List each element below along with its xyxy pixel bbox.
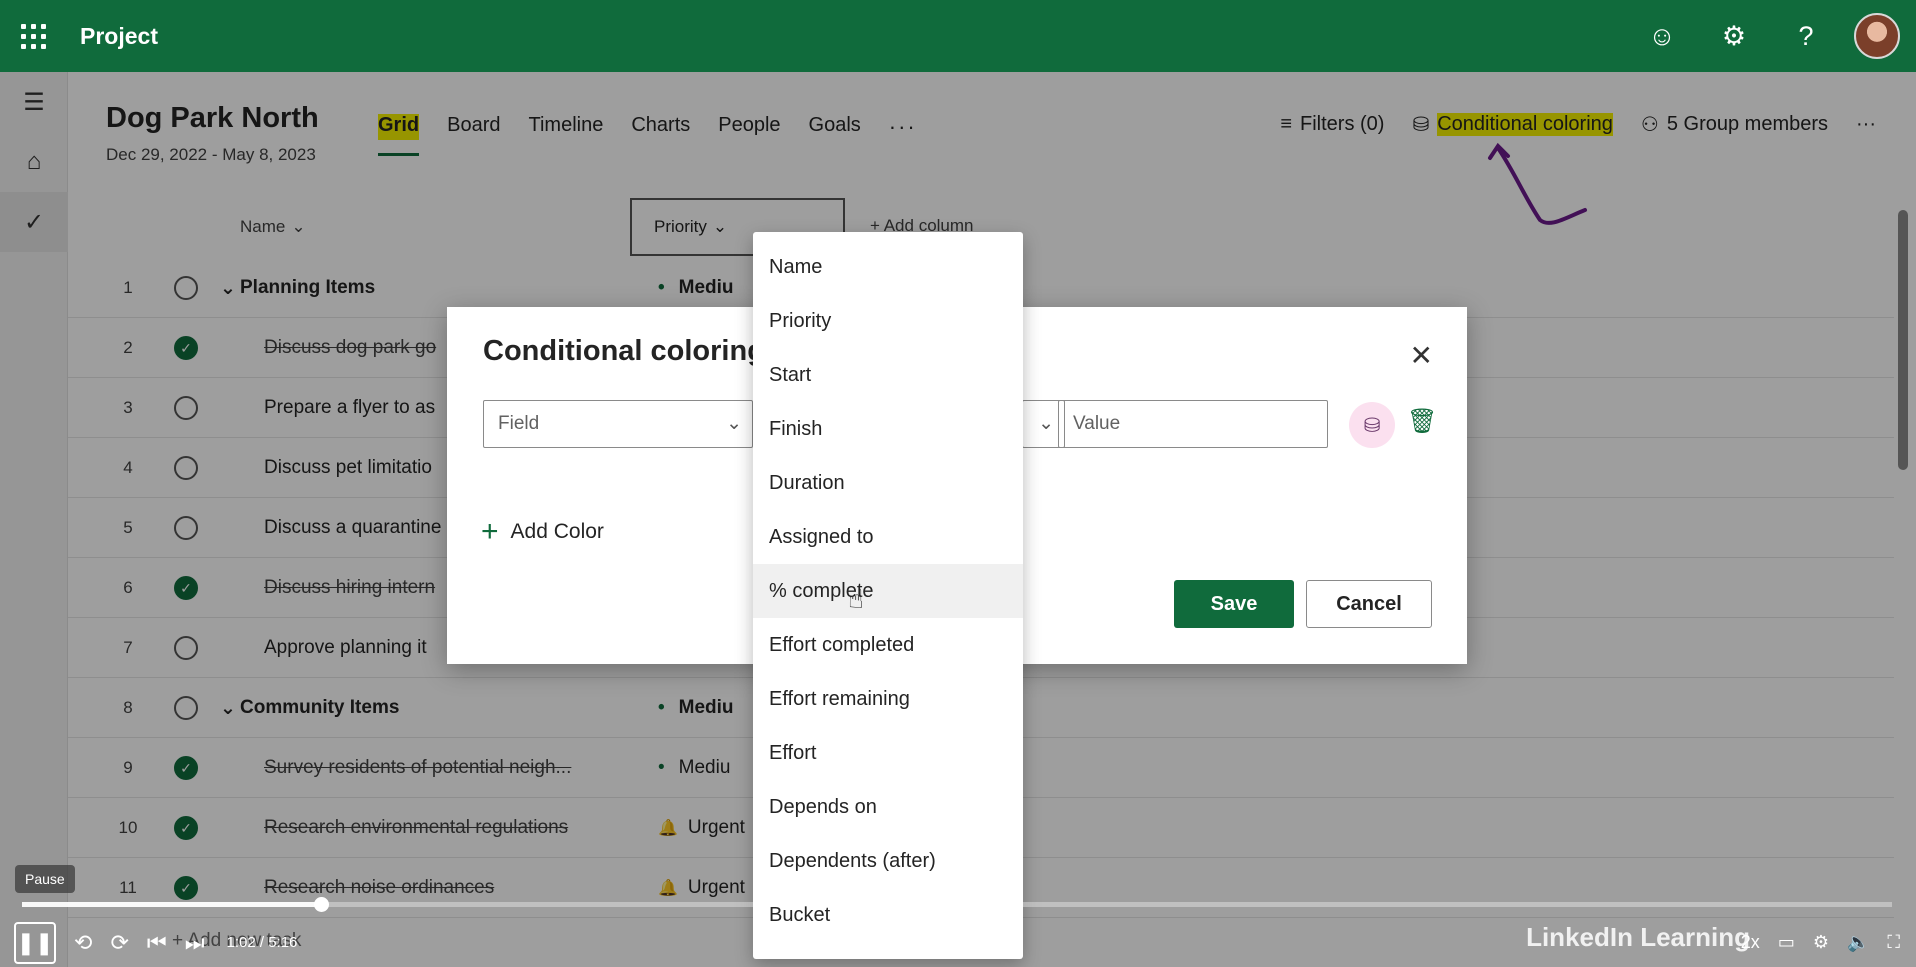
- smiley-icon[interactable]: ☺: [1626, 0, 1698, 72]
- color-picker-button[interactable]: ⛁: [1349, 402, 1395, 448]
- chevron-down-icon: ⌄: [1038, 413, 1054, 434]
- video-time: 1:02 / 5:16: [226, 934, 298, 951]
- waffle-icon: [20, 23, 46, 49]
- video-progress-fill: [22, 902, 322, 907]
- dialog-title: Conditional coloring: [483, 335, 765, 367]
- add-color-label: Add Color: [510, 520, 604, 543]
- dropdown-option[interactable]: Name: [753, 240, 1023, 294]
- cancel-button[interactable]: Cancel: [1306, 580, 1432, 628]
- next-icon[interactable]: ⏭: [185, 930, 205, 956]
- plus-icon: +: [481, 515, 499, 548]
- dropdown-option[interactable]: Effort: [753, 726, 1023, 780]
- add-color-button[interactable]: + Add Color: [481, 515, 604, 549]
- value-input[interactable]: Value: [1058, 400, 1328, 448]
- hand-cursor-icon: ☝: [848, 584, 864, 614]
- video-progress-bar[interactable]: [22, 897, 1892, 912]
- save-button[interactable]: Save: [1174, 580, 1294, 628]
- gear-icon[interactable]: ⚙: [1698, 0, 1770, 72]
- dropdown-option[interactable]: % complete: [753, 564, 1023, 618]
- trash-icon[interactable]: 🗑: [1407, 407, 1437, 436]
- pause-tooltip: Pause: [15, 865, 75, 893]
- fullscreen-icon[interactable]: ⛶: [1887, 932, 1900, 953]
- pause-button[interactable]: ❚❚: [14, 921, 56, 964]
- dropdown-option[interactable]: Dependents (after): [753, 834, 1023, 888]
- dropdown-option[interactable]: Start: [753, 348, 1023, 402]
- dropdown-option[interactable]: Effort remaining: [753, 672, 1023, 726]
- avatar[interactable]: [1854, 13, 1900, 59]
- app-header: Project ☺ ⚙ ?: [0, 0, 1916, 72]
- volume-icon[interactable]: 🔈: [1847, 932, 1869, 953]
- settings-icon[interactable]: ⚙: [1813, 932, 1829, 953]
- rewind-10-icon[interactable]: ⟲: [74, 930, 92, 956]
- field-dropdown-menu: Name Priority Start Finish Duration Assigned …: [753, 232, 1023, 959]
- close-icon[interactable]: ✕: [1410, 339, 1433, 372]
- chevron-down-icon: ⌄: [726, 413, 742, 434]
- dropdown-option[interactable]: Depends on: [753, 780, 1023, 834]
- app-launcher-button[interactable]: [0, 0, 66, 72]
- dropdown-option[interactable]: Assigned to: [753, 510, 1023, 564]
- linkedin-learning-logo: LinkedIn Learning: [1526, 922, 1750, 952]
- dropdown-option[interactable]: Finish: [753, 402, 1023, 456]
- help-icon[interactable]: ?: [1770, 0, 1842, 72]
- dropdown-option[interactable]: Duration: [753, 456, 1023, 510]
- field-select[interactable]: Field ⌄: [483, 400, 753, 448]
- field-select-label: Field: [498, 413, 540, 434]
- paint-bucket-icon: ⛁: [1363, 414, 1381, 437]
- value-input-placeholder: Value: [1073, 413, 1121, 434]
- captions-icon[interactable]: ▭: [1778, 932, 1795, 953]
- app-title: Project: [80, 22, 158, 49]
- dropdown-option[interactable]: Priority: [753, 294, 1023, 348]
- dropdown-option[interactable]: Effort completed: [753, 618, 1023, 672]
- previous-icon[interactable]: ⏮: [147, 930, 167, 956]
- forward-10-icon[interactable]: ⟳: [110, 930, 128, 956]
